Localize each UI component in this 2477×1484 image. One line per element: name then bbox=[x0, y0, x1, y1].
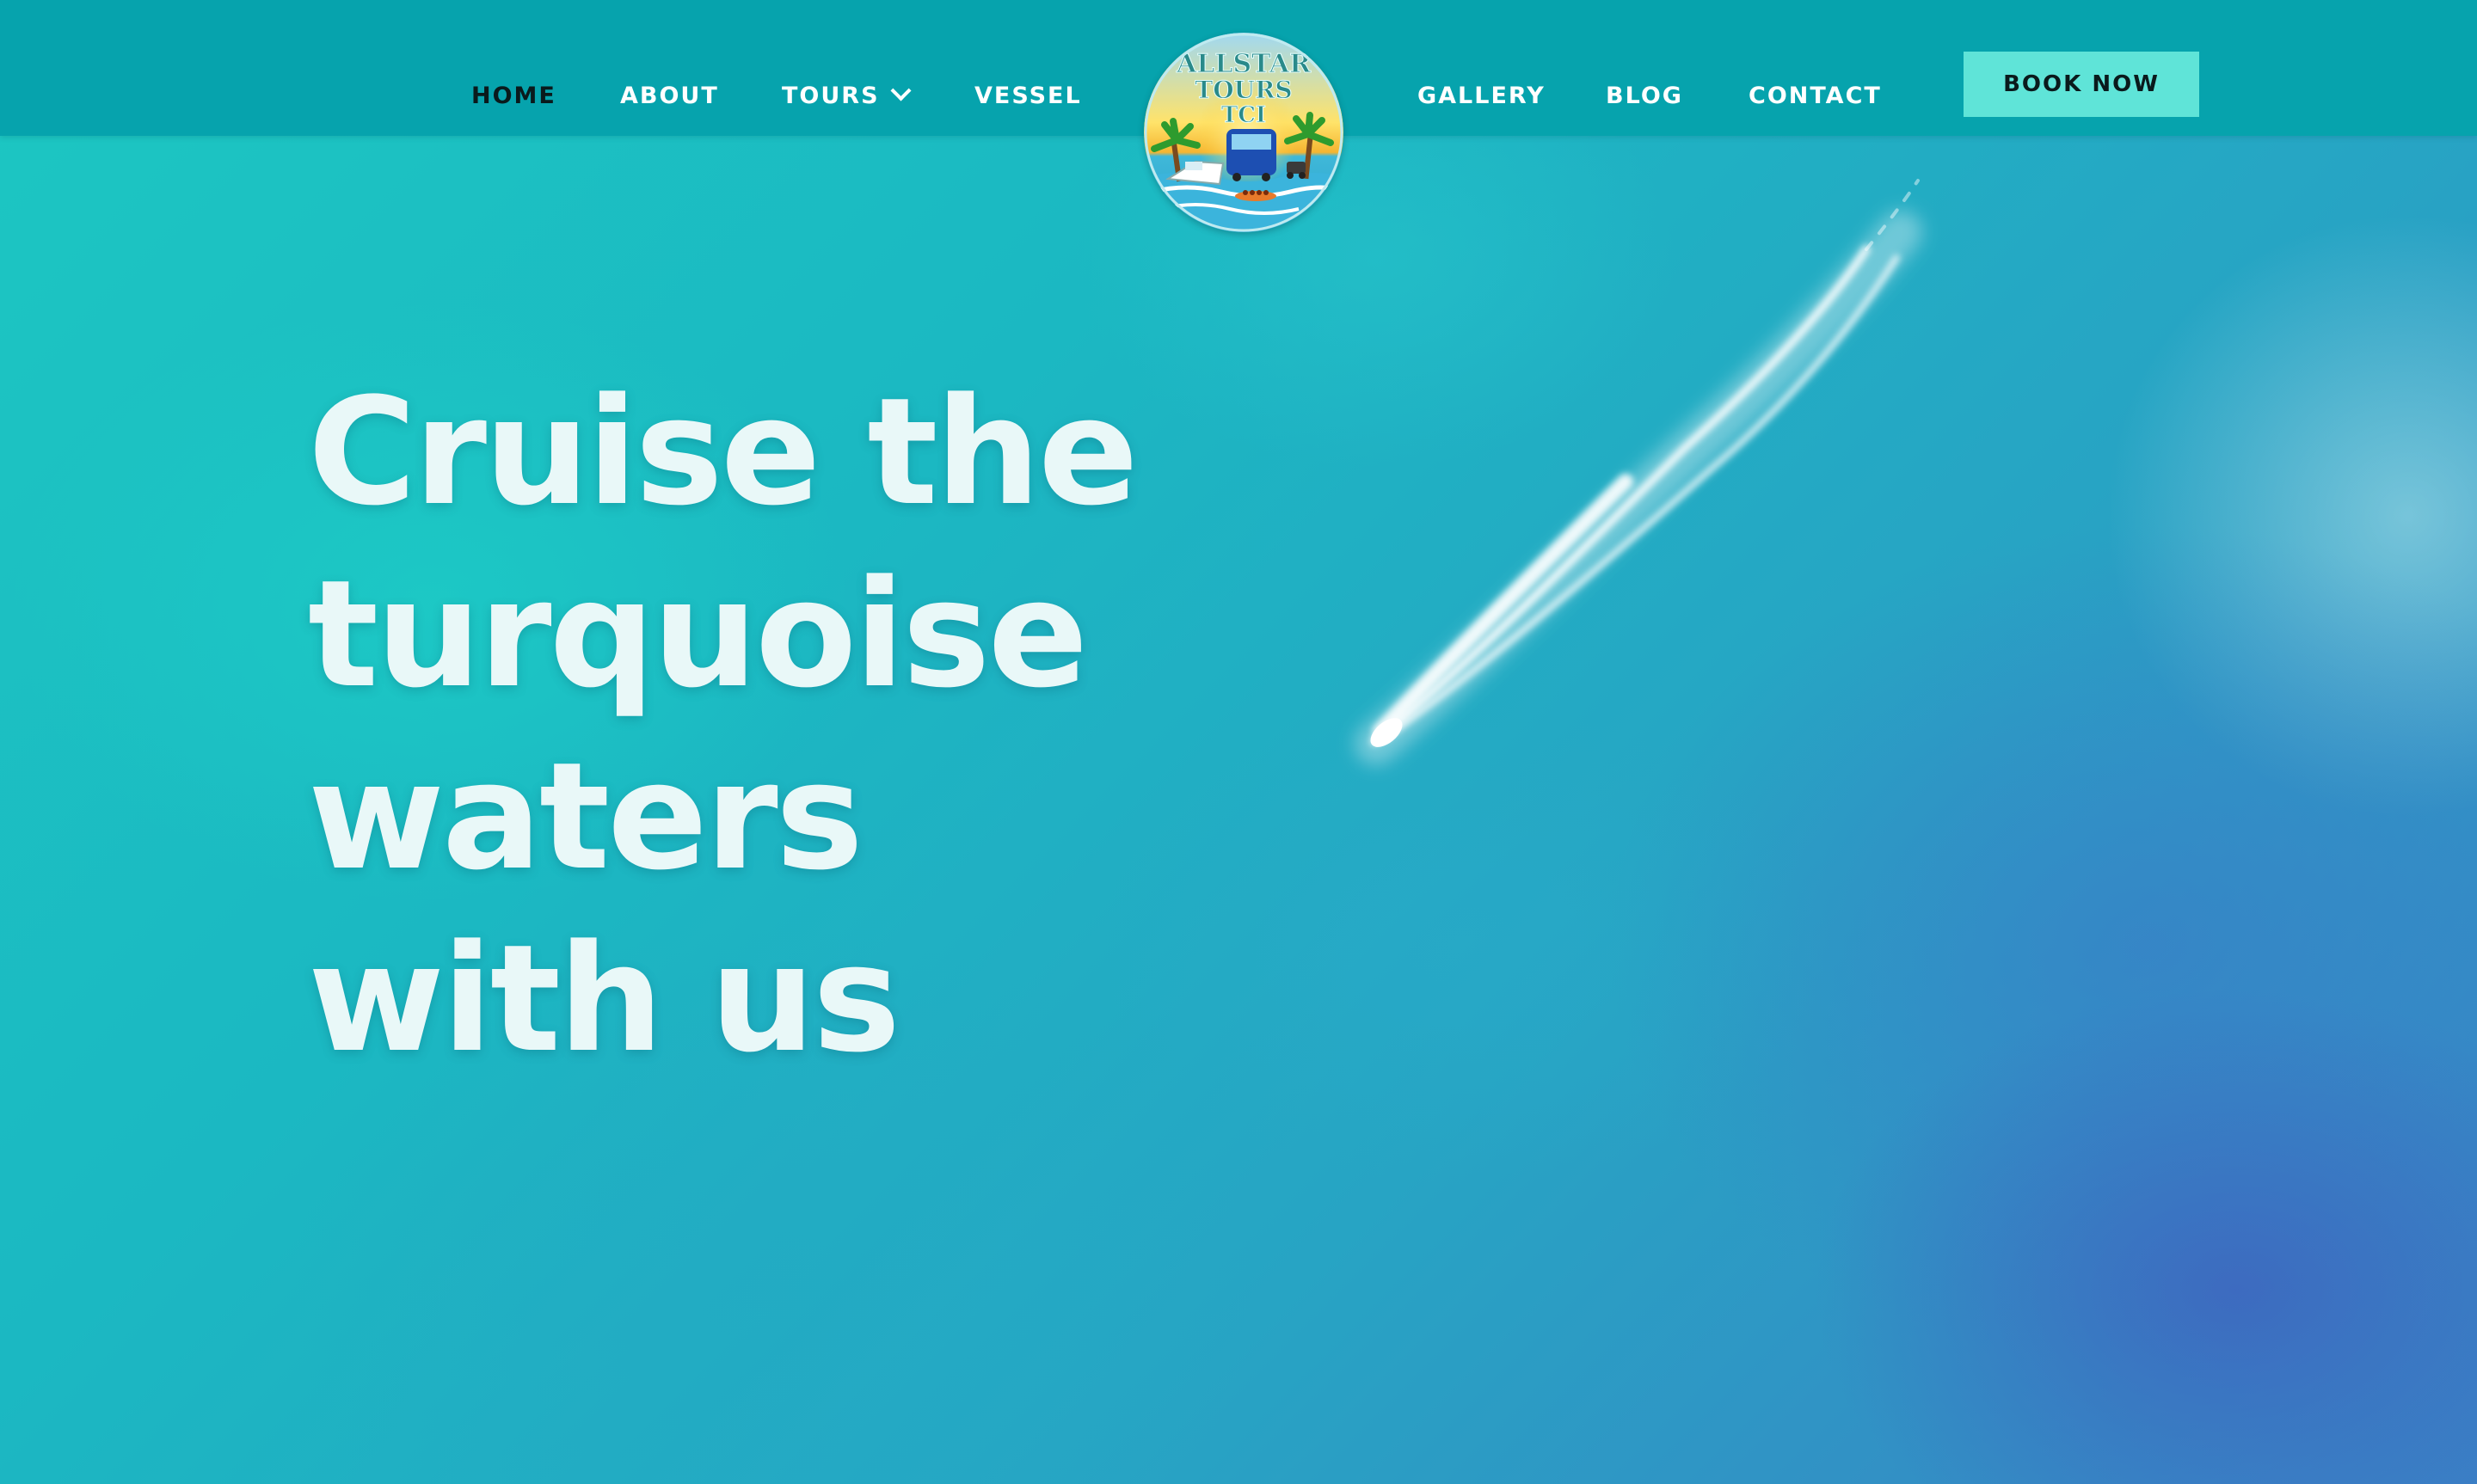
headline-line-2: turquoise bbox=[308, 548, 1088, 721]
headline-line-3: waters bbox=[308, 730, 864, 903]
nav-about[interactable]: ABOUT bbox=[620, 79, 719, 113]
book-now-button[interactable]: BOOK NOW bbox=[1964, 52, 2199, 117]
nav-tours[interactable]: TOURS bbox=[782, 79, 912, 113]
headline-line-4: with us bbox=[308, 912, 900, 1085]
logo-text-line2: TOURS bbox=[1195, 76, 1292, 104]
logo-text-line1: ALLSTAR bbox=[1176, 49, 1312, 79]
site-logo[interactable]: ALLSTAR TOURS TCI bbox=[1144, 33, 1343, 232]
nav-gallery[interactable]: GALLERY bbox=[1417, 79, 1546, 113]
logo-graphic: ALLSTAR TOURS TCI bbox=[1144, 33, 1343, 232]
chevron-down-icon bbox=[890, 80, 912, 101]
headline-line-1: Cruise the bbox=[308, 365, 1139, 538]
nav-vessel[interactable]: VESSEL bbox=[974, 79, 1082, 113]
hero-headline: Cruise the turquoise waters with us bbox=[308, 361, 1254, 1090]
nav-contact[interactable]: CONTACT bbox=[1749, 79, 1882, 113]
logo-text-line3: TCI bbox=[1221, 102, 1266, 128]
nav-blog[interactable]: BLOG bbox=[1606, 79, 1683, 113]
nav-tours-label: TOURS bbox=[782, 83, 880, 109]
nav-home[interactable]: HOME bbox=[471, 79, 556, 113]
